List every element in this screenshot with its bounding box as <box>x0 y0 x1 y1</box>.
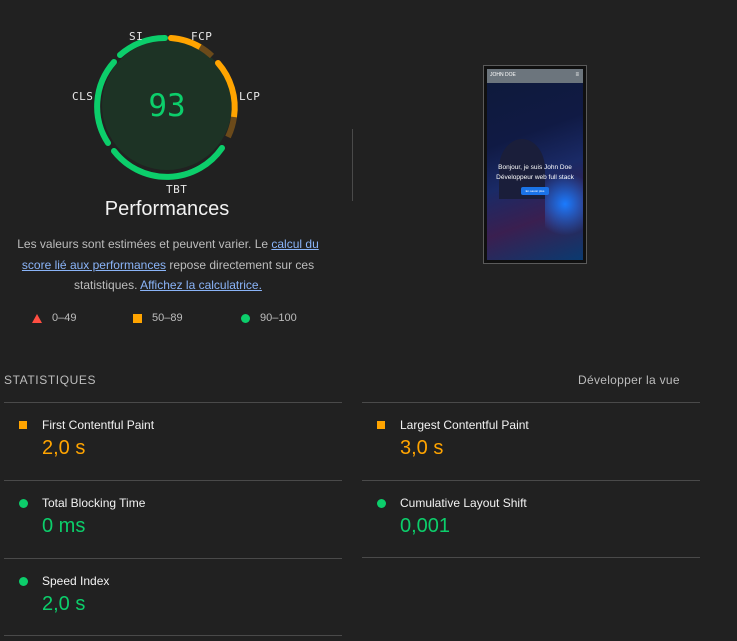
description-text-1: Les valeurs sont estimées et peuvent var… <box>17 237 272 251</box>
screen-brand: JOHN DOE <box>490 72 516 78</box>
performance-score: 93 <box>148 88 186 124</box>
screen-hero-button: En savoir plus <box>521 187 549 195</box>
legend-item-fail: 0–49 <box>32 312 76 328</box>
gauge-label-si: SI <box>129 30 144 43</box>
legend-range: 0–49 <box>52 312 77 325</box>
expand-view-toggle[interactable]: Développer la vue <box>578 373 680 387</box>
metric-divider <box>362 480 700 481</box>
square-icon <box>19 421 27 429</box>
screen-hero-line2: Développeur web full stack <box>496 174 574 181</box>
triangle-icon <box>32 313 42 323</box>
score-description: Les valeurs sont estimées et peuvent var… <box>10 234 326 296</box>
screen-hero-line1: Bonjour, je suis John Doe <box>498 164 572 171</box>
legend-item-pass: 90–100 <box>241 312 297 328</box>
metric-name: Cumulative Layout Shift <box>400 496 527 510</box>
metric-divider <box>4 402 342 403</box>
circle-icon <box>377 499 386 508</box>
metric-value: 2,0 s <box>42 593 86 615</box>
metric-name: Speed Index <box>42 574 110 588</box>
metric-name: First Contentful Paint <box>42 418 155 432</box>
legend-range: 90–100 <box>260 312 297 325</box>
metric-divider <box>4 635 342 636</box>
metric-value: 0 ms <box>42 515 86 537</box>
metric-value: 0,001 <box>400 515 451 537</box>
gauge-label-tbt: TBT <box>166 183 188 196</box>
metric-divider <box>4 558 342 559</box>
screenshot-screen: JOHN DOE ≡ Bonjour, je suis John Doe Dév… <box>487 69 583 260</box>
hamburger-icon: ≡ <box>575 72 579 78</box>
legend-item-average: 50–89 <box>133 312 183 328</box>
metric-divider <box>4 480 342 481</box>
gauge-label-fcp: FCP <box>191 30 213 43</box>
metric-si: Speed Index 2,0 s <box>4 558 342 635</box>
metric-divider <box>362 557 700 558</box>
square-icon <box>377 421 385 429</box>
metric-name: Total Blocking Time <box>42 496 146 510</box>
square-icon <box>133 313 142 323</box>
metric-fcp: First Contentful Paint 2,0 s <box>4 402 342 479</box>
calculator-link[interactable]: Affichez la calculatrice. <box>140 278 262 292</box>
legend-range: 50–89 <box>152 312 183 325</box>
metric-value: 2,0 s <box>42 437 86 459</box>
stats-header: STATISTIQUES <box>4 373 97 387</box>
circle-icon <box>19 577 28 586</box>
metric-divider <box>362 402 700 403</box>
metric-lcp: Largest Contentful Paint 3,0 s <box>362 402 700 479</box>
circle-icon <box>241 313 250 323</box>
metric-value: 3,0 s <box>400 437 444 459</box>
metric-tbt: Total Blocking Time 0 ms <box>4 480 342 557</box>
screen-navbar: JOHN DOE ≡ <box>487 69 583 83</box>
final-screenshot-thumbnail[interactable]: JOHN DOE ≡ Bonjour, je suis John Doe Dév… <box>483 65 587 264</box>
circle-icon <box>19 499 28 508</box>
gauge-title: Performances <box>104 198 230 220</box>
metric-name: Largest Contentful Paint <box>400 418 529 432</box>
metric-cls: Cumulative Layout Shift 0,001 <box>362 480 700 557</box>
divider <box>352 129 353 201</box>
